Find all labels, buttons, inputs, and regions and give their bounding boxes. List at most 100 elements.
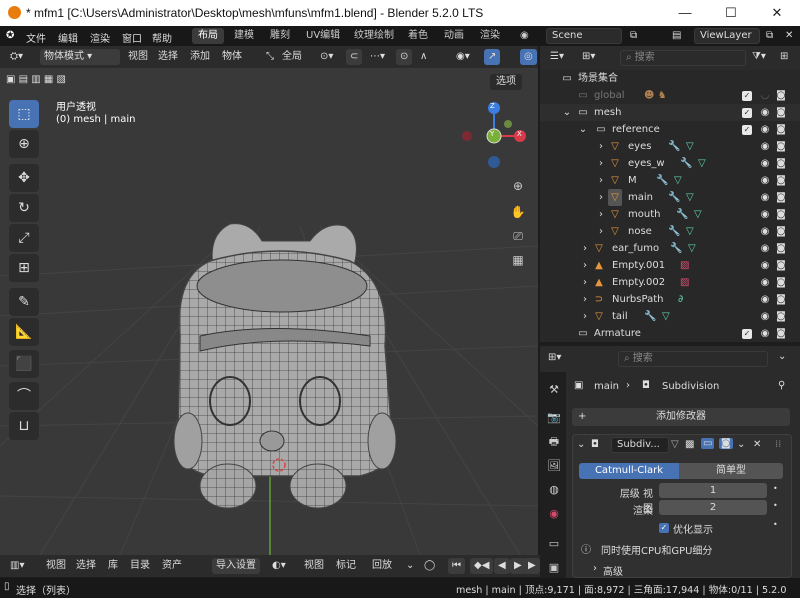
transform-tool-icon[interactable]: ⊞	[9, 254, 39, 282]
record-icon[interactable]: ◯	[420, 558, 439, 574]
playback-editor-icon[interactable]: ◐▾	[268, 558, 290, 574]
timeline-menu-catalog[interactable]: 目录	[126, 558, 154, 574]
uv-tool-icon[interactable]: ⊔	[9, 412, 39, 440]
collection-tab-icon[interactable]: ▭	[546, 536, 562, 552]
render-camera-icon[interactable]: ◙	[774, 189, 788, 206]
camera-view-icon[interactable]: ⎚	[508, 226, 528, 246]
world-tab-icon[interactable]: ◉	[546, 506, 562, 522]
render-camera-icon[interactable]: ◙	[774, 240, 788, 257]
eye-icon[interactable]: ◉	[758, 257, 772, 274]
timeline2-menu-marker[interactable]: 标记	[332, 558, 360, 574]
menu-window[interactable]: 窗口	[122, 30, 142, 45]
scene-tab-icon[interactable]: ◍	[546, 482, 562, 498]
viewport-menu-add[interactable]: 添加	[186, 49, 214, 65]
collapse-chevron-icon[interactable]: ›	[594, 172, 608, 189]
proportional-edit-icon[interactable]: ⊙	[396, 49, 413, 65]
transform-orientation-icon[interactable]: ⤡	[262, 49, 278, 65]
menu-edit[interactable]: 编辑	[58, 30, 78, 45]
advanced-section[interactable]: 高级	[603, 563, 623, 578]
eye-icon[interactable]: ◉	[758, 274, 772, 291]
3d-viewport[interactable]: 用户透视 (0) mesh | main Z X Y ⊕ ✋ ⎚ ▦ ⬚ ⊕ ✥…	[0, 46, 538, 555]
optimal-display-checkbox[interactable]: ✓	[659, 523, 669, 533]
add-modifier-button[interactable]: + 添加修改器	[572, 408, 790, 426]
measure-tool-icon[interactable]: 📐	[9, 318, 39, 346]
minimize-button[interactable]: —	[662, 0, 708, 26]
collection-checkbox[interactable]: ✓	[742, 329, 752, 339]
modifier-wrench-icon[interactable]: 🔧	[676, 206, 688, 223]
scale-tool-icon[interactable]: ⤢	[9, 224, 39, 252]
render-camera-icon[interactable]: ◙	[774, 138, 788, 155]
expand-chevron-icon[interactable]: ⌄	[577, 439, 585, 450]
eye-icon[interactable]: ◉	[758, 325, 772, 342]
timeline2-menu-view[interactable]: 视图	[300, 558, 328, 574]
modifier-wrench-icon[interactable]: 🔧	[644, 308, 656, 325]
modifier-wrench-icon[interactable]: 🔧	[656, 172, 668, 189]
eye-icon[interactable]: ◉	[758, 155, 772, 172]
tool-tab-icon[interactable]: ⚒	[546, 382, 562, 398]
collapse-chevron-icon[interactable]: ›	[578, 257, 592, 274]
properties-editor-icon[interactable]: ⊞▾	[548, 352, 561, 363]
close-window-button[interactable]: ✕	[754, 0, 800, 26]
shear-tool-icon[interactable]: ⌒	[9, 382, 39, 410]
add-cube-tool-icon[interactable]: ⬛	[9, 350, 39, 378]
render-camera-icon[interactable]: ◙	[774, 155, 788, 172]
outliner-row-mesh[interactable]: ⌄ ▭ mesh ✓ ◉ ◙	[540, 104, 800, 121]
viewport-display-icon[interactable]: ▭	[701, 438, 715, 449]
tab-modeling[interactable]: 建模	[228, 28, 260, 44]
output-tab-icon[interactable]: 🖶	[546, 434, 562, 450]
tab-uv-editing[interactable]: UV编辑	[300, 28, 346, 44]
tab-animation[interactable]: 动画	[438, 28, 470, 44]
transform-orientation[interactable]: 全局	[278, 49, 306, 65]
collection-checkbox[interactable]: ✓	[742, 91, 752, 101]
pan-hand-icon[interactable]: ✋	[508, 202, 528, 222]
tab-layout[interactable]: 布局	[192, 28, 224, 44]
overlay-toggle-icon[interactable]: ◎	[520, 49, 537, 65]
mesh-data-icon[interactable]: ▽	[686, 138, 694, 155]
render-camera-icon[interactable]: ◙	[774, 274, 788, 291]
tab-sculpting[interactable]: 雕刻	[264, 28, 296, 44]
mesh-data-icon[interactable]: ▽	[698, 155, 706, 172]
tab-rendering[interactable]: 渲染	[474, 28, 506, 44]
pivot-icon[interactable]: ⊙▾	[316, 49, 337, 65]
pin-icon[interactable]: ⚲	[778, 380, 785, 391]
snap-target-icon[interactable]: ⋯▾	[366, 49, 389, 65]
outliner-row-nurbspath[interactable]: › ⊃ NurbsPath ∂ ◉ ◙	[540, 291, 800, 308]
properties-search[interactable]: ⌕ 搜索	[618, 351, 768, 367]
curve-data-icon[interactable]: ∂	[678, 291, 683, 308]
timeline-menu-select[interactable]: 选择	[72, 558, 100, 574]
menu-render[interactable]: 渲染	[90, 30, 110, 45]
display-mode-icon[interactable]: ⊞▾	[582, 51, 595, 62]
new-view-layer-icon[interactable]: ⧉	[766, 30, 773, 41]
render-camera-icon[interactable]: ◙	[774, 257, 788, 274]
outliner-row-reference[interactable]: ⌄ ▭ reference ✓ ◉ ◙	[540, 121, 800, 138]
keyframe-dot-icon[interactable]: •	[773, 520, 778, 529]
render-camera-icon[interactable]: ◙	[774, 291, 788, 308]
annotate-tool-icon[interactable]: ✎	[9, 288, 39, 316]
collapse-chevron-icon[interactable]: ›	[578, 291, 592, 308]
viewport-menu-object[interactable]: 物体	[218, 49, 246, 65]
render-camera-icon[interactable]: ◙	[774, 172, 788, 189]
outliner-row-global[interactable]: ▭ global ☻ ♞ ✓ ◡ ◙	[540, 87, 800, 104]
expand-chevron-icon[interactable]: ⌄	[560, 104, 574, 121]
outliner-row-armature[interactable]: ▭ Armature ✓ ◉ ◙	[540, 325, 800, 342]
delete-modifier-icon[interactable]: ✕	[753, 439, 761, 450]
timeline-editor-icon[interactable]: ▥▾	[6, 558, 28, 574]
jump-start-icon[interactable]: ⏮	[448, 558, 465, 574]
render-camera-icon[interactable]: ◙	[774, 308, 788, 325]
render-levels-field[interactable]: 2	[659, 500, 767, 515]
new-scene-icon[interactable]: ⧉	[630, 30, 637, 41]
eye-icon[interactable]: ◉	[758, 121, 772, 138]
outliner-row-main[interactable]: › ▽ main 🔧 ▽ ◉ ◙	[540, 189, 800, 206]
view-layer-selector[interactable]: ViewLayer	[694, 28, 760, 44]
advanced-chevron-icon[interactable]: ›	[593, 563, 597, 574]
render-camera-icon[interactable]: ◙	[774, 87, 788, 104]
outliner-search[interactable]: ⌕ 搜索	[620, 50, 746, 66]
rotate-tool-icon[interactable]: ↻	[9, 194, 39, 222]
keyframe-dot-icon[interactable]: •	[773, 484, 778, 493]
outliner-row-nose[interactable]: › ▽ nose 🔧 ▽ ◉ ◙	[540, 223, 800, 240]
mesh-data-icon[interactable]: ▽	[694, 206, 702, 223]
gizmo-toggle-icon[interactable]: ↗	[484, 49, 501, 65]
eye-icon[interactable]: ◉	[758, 223, 772, 240]
collapse-chevron-icon[interactable]: ›	[594, 155, 608, 172]
collapse-chevron-icon[interactable]: ›	[594, 223, 608, 240]
